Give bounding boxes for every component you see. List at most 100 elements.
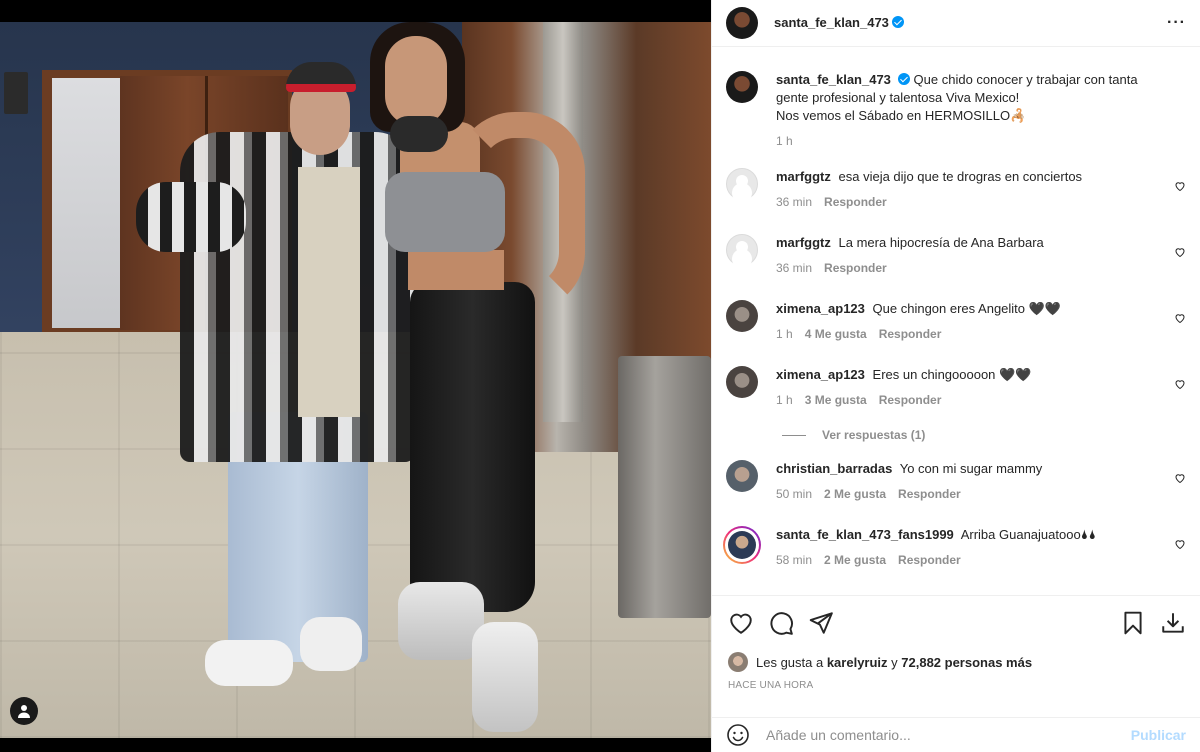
caption-time[interactable]: 1 h: [776, 134, 793, 148]
author-username[interactable]: santa_fe_klan_473: [774, 15, 889, 30]
share-icon[interactable]: [808, 610, 834, 636]
caption-meta: 1 h: [776, 134, 1138, 148]
comment-heart-icon[interactable]: [1174, 378, 1186, 390]
comment-body: ximena_ap123 Que chingon eres Angelito 🖤…: [776, 300, 1061, 341]
verified-badge-icon: [897, 73, 910, 85]
comment-time[interactable]: 36 min: [776, 261, 812, 275]
reply-button[interactable]: Responder: [898, 487, 961, 501]
comment-time[interactable]: 58 min: [776, 553, 812, 567]
comment-item: santa_fe_klan_473_fans1999 Arriba Guanaj…: [723, 526, 1186, 574]
comment-body: christian_barradas Yo con mi sugar mammy…: [776, 460, 1042, 501]
comment-item: christian_barradas Yo con mi sugar mammy…: [726, 460, 1186, 508]
comment-heart-icon[interactable]: [1174, 180, 1186, 192]
comment-text: santa_fe_klan_473_fans1999 Arriba Guanaj…: [776, 526, 1096, 544]
comment-text: ximena_ap123 Eres un chingooooon 🖤🖤: [776, 366, 1031, 384]
comment-content: Que chingon eres Angelito 🖤🖤: [872, 301, 1062, 316]
comment-meta: 50 min 2 Me gusta Responder: [776, 487, 1042, 501]
commenter-username[interactable]: ximena_ap123: [776, 301, 865, 316]
comment-icon[interactable]: [768, 610, 794, 636]
commenter-avatar-story[interactable]: [723, 526, 761, 564]
reply-button[interactable]: Responder: [879, 327, 942, 341]
comment-time[interactable]: 1 h: [776, 393, 793, 407]
commenter-username[interactable]: ximena_ap123: [776, 367, 865, 382]
figure-woman-leggings: [410, 282, 535, 612]
user-tag-button[interactable]: [10, 697, 38, 725]
commenter-avatar[interactable]: [726, 366, 758, 398]
comment-heart-icon[interactable]: [1174, 472, 1186, 484]
post-photo[interactable]: [0, 0, 711, 752]
comment-text: ximena_ap123 Que chingon eres Angelito 🖤…: [776, 300, 1061, 318]
comment-body: ximena_ap123 Eres un chingooooon 🖤🖤 1 h …: [776, 366, 1031, 407]
photo-door-glass: [52, 78, 126, 328]
figure-man-shoe-left: [205, 640, 293, 686]
comments-list[interactable]: santa_fe_klan_473 Que chido conocer y tr…: [712, 47, 1200, 595]
commenter-avatar[interactable]: [726, 234, 758, 266]
comment-likes-count[interactable]: 2 Me gusta: [824, 553, 886, 567]
liker-avatar[interactable]: [728, 652, 748, 672]
comment-text: christian_barradas Yo con mi sugar mammy: [776, 460, 1042, 478]
heart-icon[interactable]: [728, 610, 754, 636]
comment-time[interactable]: 50 min: [776, 487, 812, 501]
figure-man-shoe-right: [300, 617, 362, 671]
post-header: santa_fe_klan_473 ···: [712, 0, 1200, 47]
comment-heart-icon[interactable]: [1174, 246, 1186, 258]
comment-time[interactable]: 1 h: [776, 327, 793, 341]
replies-divider: [782, 434, 806, 436]
comment-heart-icon[interactable]: [1174, 538, 1186, 550]
comment-heart-icon[interactable]: [1174, 312, 1186, 324]
comment-likes-count[interactable]: 3 Me gusta: [805, 393, 867, 407]
publish-button[interactable]: Publicar: [1131, 727, 1186, 743]
comment-likes-count[interactable]: 2 Me gusta: [824, 487, 886, 501]
commenter-username[interactable]: marfggtz: [776, 169, 831, 184]
commenter-avatar[interactable]: [726, 168, 758, 200]
action-icons: [728, 608, 1186, 638]
figure-woman-face: [385, 36, 447, 126]
commenter-username[interactable]: santa_fe_klan_473_fans1999: [776, 527, 954, 542]
comment-body: marfggtz esa vieja dijo que te drogras e…: [776, 168, 1082, 209]
download-icon[interactable]: [1160, 610, 1186, 636]
bookmark-icon[interactable]: [1120, 610, 1146, 636]
reply-button[interactable]: Responder: [824, 261, 887, 275]
author-name-block: santa_fe_klan_473: [774, 14, 904, 32]
comment-content: Arriba Guanajuatooo🌢🌢: [960, 527, 1097, 542]
likes-prefix: Les gusta a: [756, 654, 827, 670]
commenter-username[interactable]: christian_barradas: [776, 461, 892, 476]
comment-item: marfggtz esa vieja dijo que te drogras e…: [726, 168, 1186, 216]
commenter-avatar[interactable]: [726, 460, 758, 492]
emoji-icon[interactable]: [726, 723, 750, 747]
action-icons-right: [1120, 610, 1186, 636]
add-comment-bar: Publicar: [712, 717, 1200, 752]
comment-content: Yo con mi sugar mammy: [899, 461, 1043, 476]
likes-count-link[interactable]: 72,882 personas más: [901, 655, 1032, 670]
caption-text: santa_fe_klan_473 Que chido conocer y tr…: [776, 71, 1138, 125]
comment-meta: 36 min Responder: [776, 195, 1082, 209]
comment-meta: 36 min Responder: [776, 261, 1044, 275]
comment-meta: 1 h 4 Me gusta Responder: [776, 327, 1061, 341]
caption-line-1: Que chido conocer y trabajar con tanta: [913, 72, 1138, 87]
comment-content: esa vieja dijo que te drogras en concier…: [838, 169, 1083, 184]
more-options-button[interactable]: ···: [1167, 14, 1186, 32]
reply-button[interactable]: Responder: [824, 195, 887, 209]
user-tag-icon: [18, 705, 30, 718]
comment-time[interactable]: 36 min: [776, 195, 812, 209]
photo-wall-sign: [4, 72, 28, 114]
caption-line-2: gente profesional y talentosa Viva Mexic…: [776, 90, 1020, 105]
reply-button[interactable]: Responder: [879, 393, 942, 407]
comment-item: ximena_ap123 Que chingon eres Angelito 🖤…: [726, 300, 1186, 348]
liker-username[interactable]: karelyruiz: [827, 655, 888, 670]
reply-button[interactable]: Responder: [898, 553, 961, 567]
comment-likes-count[interactable]: 4 Me gusta: [805, 327, 867, 341]
author-avatar[interactable]: [726, 7, 758, 39]
commenter-username[interactable]: marfggtz: [776, 235, 831, 250]
post-timestamp[interactable]: HACE UNA HORA: [728, 680, 1186, 691]
more-options-icon: ···: [1167, 14, 1186, 31]
figure-man-arm: [136, 182, 246, 252]
caption-author-avatar[interactable]: [726, 71, 758, 103]
view-replies-button[interactable]: Ver respuestas (1): [782, 428, 1186, 442]
commenter-avatar[interactable]: [726, 300, 758, 332]
caption-username[interactable]: santa_fe_klan_473: [776, 72, 891, 87]
comment-body: marfggtz La mera hipocresía de Ana Barba…: [776, 234, 1044, 275]
comment-content: Eres un chingooooon 🖤🖤: [872, 367, 1032, 382]
comment-input[interactable]: [766, 727, 1131, 743]
comment-item: ximena_ap123 Eres un chingooooon 🖤🖤 1 h …: [726, 366, 1186, 414]
